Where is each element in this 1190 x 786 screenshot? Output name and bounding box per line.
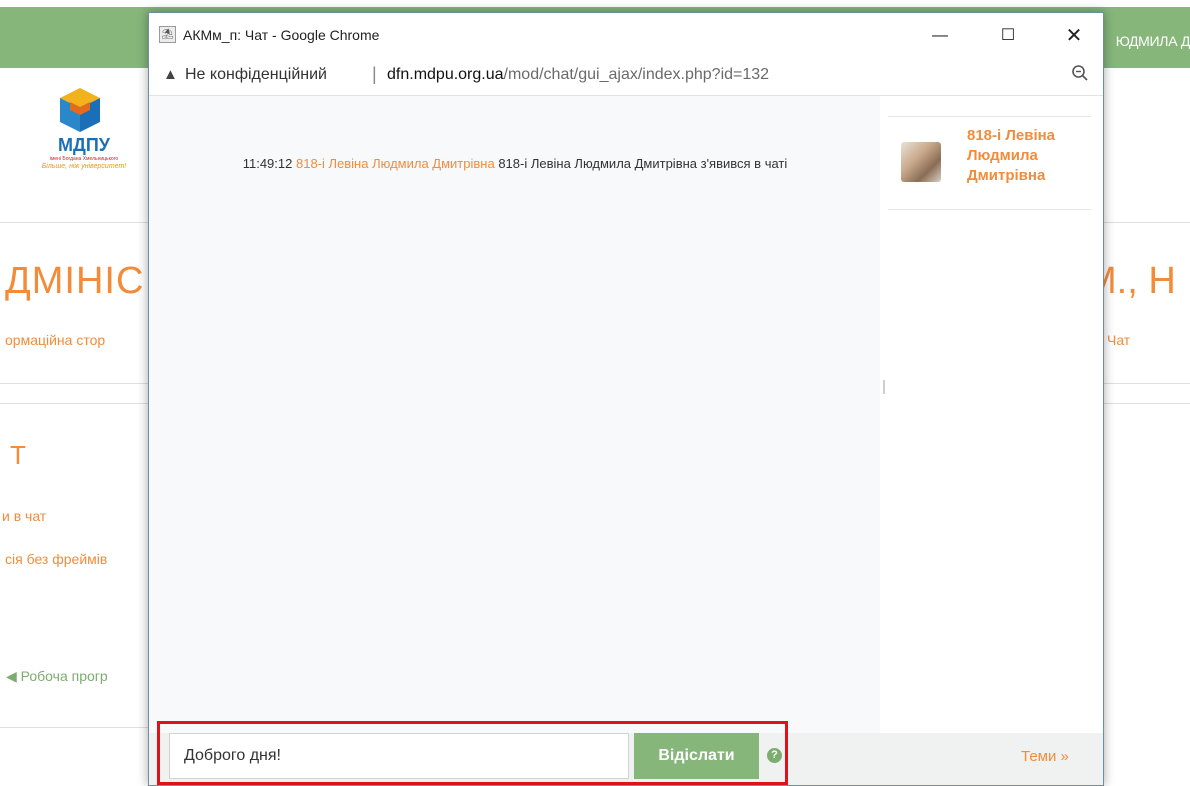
no-frames-link[interactable]: сія без фреймів — [5, 551, 107, 567]
page-title-fragment: ДМІНІС — [5, 260, 145, 302]
url-text[interactable]: dfn.mdpu.org.ua/mod/chat/gui_ajax/index.… — [387, 66, 769, 84]
logo-title: МДПУ — [58, 135, 110, 155]
divider — [1102, 403, 1190, 404]
window-title: АКМм_п: Чат - Google Chrome — [183, 27, 380, 43]
breadcrumb-left[interactable]: ормаційна стор — [5, 332, 105, 348]
zoom-out-icon[interactable] — [1071, 64, 1089, 82]
address-bar[interactable]: ▲ Не конфіденційний | dfn.mdpu.org.ua/mo… — [149, 57, 1103, 96]
divider — [0, 727, 148, 728]
enter-chat-link[interactable]: и в чат — [2, 508, 46, 524]
address-separator: | — [372, 64, 377, 84]
chat-popup-window: ⛱ АКМм_п: Чат - Google Chrome — ☐ ✕ ▲ Не… — [148, 12, 1104, 786]
maximize-button[interactable]: ☐ — [985, 21, 1031, 51]
university-logo[interactable]: МДПУ імені Богдана Хмельницького Більше,… — [24, 86, 144, 176]
url-host: dfn.mdpu.org.ua — [387, 66, 504, 83]
chat-message: 11:49:12 818-і Левіна Людмила Дмитрівна … — [175, 154, 855, 174]
avatar[interactable] — [901, 142, 941, 182]
divider — [1102, 222, 1190, 223]
previous-activity-link[interactable]: ◀ Робоча прогр — [6, 668, 108, 685]
divider — [888, 116, 1091, 117]
divider — [0, 222, 148, 223]
logo-cube-icon — [60, 88, 100, 132]
section-heading: Т — [10, 440, 26, 470]
logo-subtitle: імені Богдана Хмельницького — [49, 156, 119, 162]
panel-splitter[interactable] — [880, 96, 888, 733]
divider — [888, 209, 1091, 210]
themes-link[interactable]: Теми » — [1021, 748, 1069, 765]
divider — [0, 383, 148, 384]
security-label[interactable]: Не конфіденційний — [185, 66, 327, 84]
divider — [1102, 383, 1190, 384]
splitter-handle[interactable] — [883, 380, 885, 394]
user-menu[interactable]: ЮДМИЛА Д — [1116, 33, 1190, 49]
divider — [0, 403, 148, 404]
url-path: /mod/chat/gui_ajax/index.php?id=132 — [503, 66, 770, 83]
chat-messages-area[interactable]: 11:49:12 818-і Левіна Людмила Дмитрівна … — [149, 96, 880, 733]
close-button[interactable]: ✕ — [1051, 21, 1097, 51]
warning-triangle-icon[interactable]: ▲ — [163, 66, 178, 83]
window-title-bar[interactable]: ⛱ АКМм_п: Чат - Google Chrome — ☐ ✕ — [149, 13, 1103, 57]
message-text: 818-і Левіна Людмила Дмитрівна з'явився … — [498, 156, 788, 171]
highlight-annotation-box — [157, 721, 788, 785]
message-time: 11:49:12 — [242, 156, 293, 171]
minimize-button[interactable]: — — [917, 21, 963, 51]
message-user-link[interactable]: 818-і Левіна Людмила Дмитрівна — [296, 156, 495, 171]
logo-tagline: Більше, ніж університет! — [41, 163, 127, 170]
site-favicon-icon: ⛱ — [159, 26, 176, 43]
user-name-link[interactable]: 818-і Левіна Людмила Дмитрівна — [967, 126, 1087, 186]
users-list-panel: 818-і Левіна Людмила Дмитрівна — [888, 96, 1103, 733]
breadcrumb-chat[interactable]: Чат — [1107, 332, 1130, 348]
